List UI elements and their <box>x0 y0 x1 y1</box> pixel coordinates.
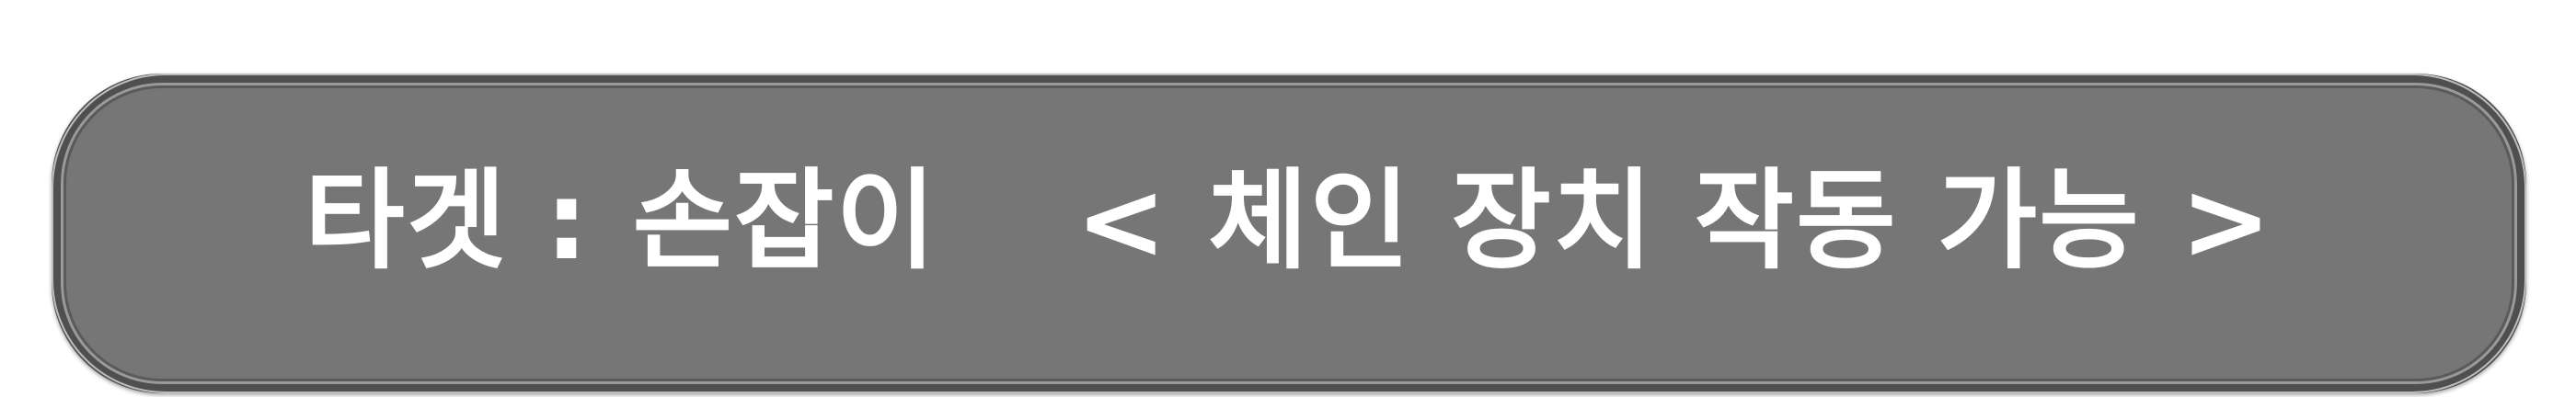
target-name: 손잡이 <box>632 157 938 284</box>
target-label: 타겟 <box>305 157 509 284</box>
target-status-banner: 타겟 : 손잡이 < 체인 장치 작동 가능 > <box>52 74 2526 393</box>
chain-device-status: < 체인 장치 작동 가능 > <box>1075 157 2273 284</box>
label-separator: : <box>545 157 591 284</box>
banner-text-row: 타겟 : 손잡이 < 체인 장치 작동 가능 > <box>305 166 2273 275</box>
canvas: 타겟 : 손잡이 < 체인 장치 작동 가능 > <box>0 0 2576 397</box>
